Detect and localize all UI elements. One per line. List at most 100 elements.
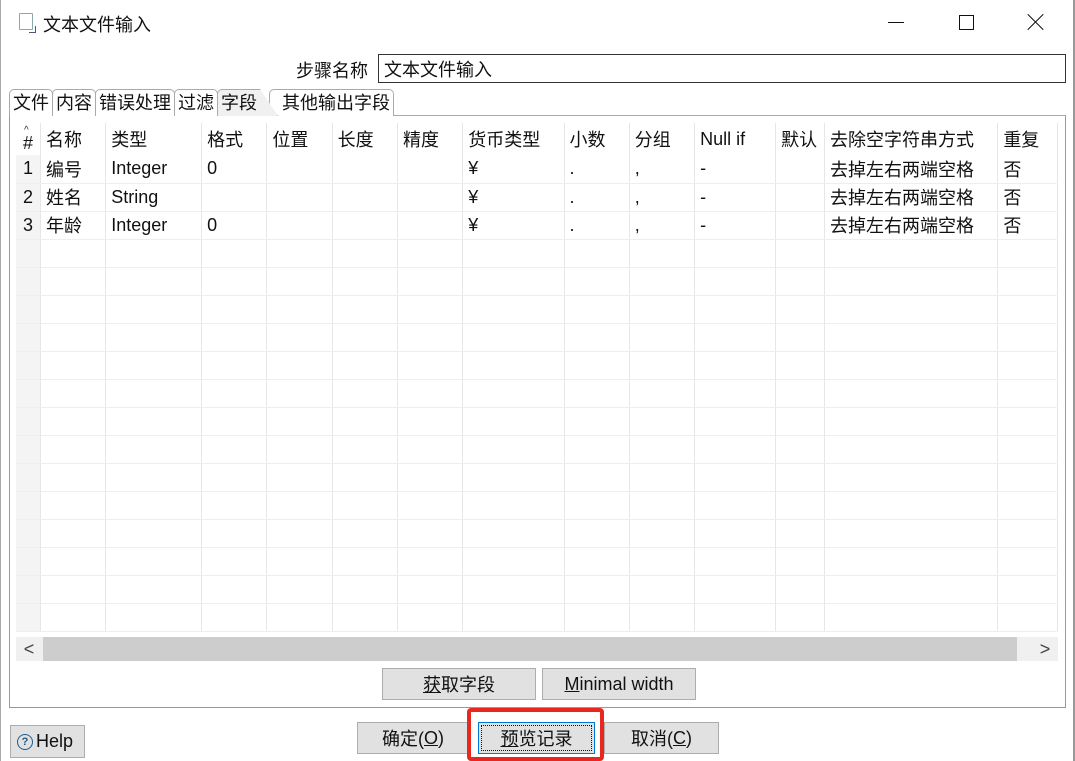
- table-cell[interactable]: [824, 239, 999, 268]
- table-cell[interactable]: [105, 435, 203, 464]
- table-cell[interactable]: [997, 407, 1058, 436]
- table-cell[interactable]: [462, 603, 565, 632]
- table-cell[interactable]: [462, 323, 565, 352]
- table-cell[interactable]: 编号: [40, 155, 107, 184]
- table-cell[interactable]: [397, 463, 464, 492]
- table-cell[interactable]: [462, 463, 565, 492]
- table-cell[interactable]: [266, 323, 333, 352]
- table-cell[interactable]: [40, 547, 107, 576]
- table-cell[interactable]: [40, 351, 107, 380]
- empty-table-row[interactable]: [16, 519, 1058, 548]
- table-cell[interactable]: ¥: [462, 211, 565, 240]
- table-cell[interactable]: [332, 547, 398, 576]
- table-cell[interactable]: [40, 407, 107, 436]
- table-cell[interactable]: [332, 519, 398, 548]
- table-cell[interactable]: [40, 491, 107, 520]
- table-cell[interactable]: [332, 463, 398, 492]
- table-cell[interactable]: ,: [629, 183, 696, 212]
- table-cell[interactable]: [629, 603, 696, 632]
- table-cell[interactable]: [629, 575, 696, 604]
- table-cell[interactable]: [266, 435, 333, 464]
- table-cell[interactable]: [824, 295, 999, 324]
- table-cell[interactable]: [629, 295, 696, 324]
- table-cell[interactable]: [201, 379, 268, 408]
- table-cell[interactable]: [694, 575, 777, 604]
- empty-table-row[interactable]: [16, 379, 1058, 408]
- column-header[interactable]: 货币类型: [462, 123, 565, 155]
- table-cell[interactable]: [201, 547, 268, 576]
- table-cell[interactable]: [266, 155, 333, 184]
- table-cell[interactable]: [332, 407, 398, 436]
- empty-table-row[interactable]: [16, 547, 1058, 576]
- empty-table-row[interactable]: [16, 239, 1058, 268]
- table-cell[interactable]: [564, 295, 630, 324]
- table-cell[interactable]: [629, 547, 696, 576]
- table-cell[interactable]: [694, 379, 777, 408]
- table-cell[interactable]: [462, 267, 565, 296]
- table-cell[interactable]: [332, 267, 398, 296]
- table-cell[interactable]: [824, 323, 999, 352]
- scroll-left-button[interactable]: <: [16, 637, 42, 661]
- table-cell[interactable]: [332, 323, 398, 352]
- table-cell[interactable]: [775, 435, 826, 464]
- empty-table-row[interactable]: [16, 575, 1058, 604]
- table-cell[interactable]: [40, 519, 107, 548]
- empty-table-row[interactable]: [16, 267, 1058, 296]
- table-cell[interactable]: 0: [201, 155, 268, 184]
- table-cell[interactable]: Integer: [105, 155, 203, 184]
- table-cell[interactable]: [694, 603, 777, 632]
- table-cell[interactable]: 年龄: [40, 211, 107, 240]
- table-cell[interactable]: [105, 519, 203, 548]
- table-cell[interactable]: [824, 351, 999, 380]
- table-cell[interactable]: [201, 463, 268, 492]
- table-cell[interactable]: [105, 323, 203, 352]
- table-cell[interactable]: [997, 491, 1058, 520]
- table-cell[interactable]: .: [564, 155, 630, 184]
- table-cell[interactable]: [997, 575, 1058, 604]
- table-cell[interactable]: [397, 603, 464, 632]
- table-cell[interactable]: [201, 575, 268, 604]
- table-cell[interactable]: [564, 547, 630, 576]
- table-cell[interactable]: [775, 351, 826, 380]
- table-cell[interactable]: [775, 183, 826, 212]
- table-cell[interactable]: [201, 435, 268, 464]
- table-cell[interactable]: [40, 575, 107, 604]
- table-cell[interactable]: [40, 323, 107, 352]
- table-cell[interactable]: 否: [997, 155, 1058, 184]
- table-cell[interactable]: [266, 351, 333, 380]
- table-cell[interactable]: [629, 463, 696, 492]
- table-cell[interactable]: [629, 491, 696, 520]
- table-cell[interactable]: [629, 435, 696, 464]
- table-cell[interactable]: [105, 575, 203, 604]
- table-cell[interactable]: [997, 351, 1058, 380]
- table-cell[interactable]: ,: [629, 211, 696, 240]
- column-header[interactable]: 分组: [629, 123, 696, 155]
- table-cell[interactable]: [332, 155, 398, 184]
- empty-table-row[interactable]: [16, 435, 1058, 464]
- table-cell[interactable]: [824, 547, 999, 576]
- table-cell[interactable]: [564, 351, 630, 380]
- column-header[interactable]: 长度: [332, 123, 398, 155]
- table-cell[interactable]: [201, 519, 268, 548]
- table-cell[interactable]: [775, 211, 826, 240]
- table-cell[interactable]: [105, 379, 203, 408]
- column-header[interactable]: 格式: [201, 123, 268, 155]
- table-cell[interactable]: [997, 239, 1058, 268]
- table-cell[interactable]: [629, 267, 696, 296]
- table-cell[interactable]: 否: [997, 211, 1058, 240]
- table-cell[interactable]: [332, 351, 398, 380]
- table-cell[interactable]: 去掉左右两端空格: [824, 211, 999, 240]
- column-header[interactable]: 重复: [997, 123, 1058, 155]
- table-cell[interactable]: [694, 435, 777, 464]
- table-cell[interactable]: [397, 379, 464, 408]
- table-cell[interactable]: [397, 435, 464, 464]
- empty-table-row[interactable]: [16, 463, 1058, 492]
- table-cell[interactable]: [105, 603, 203, 632]
- table-cell[interactable]: [105, 239, 203, 268]
- table-cell[interactable]: [266, 267, 333, 296]
- table-cell[interactable]: [775, 463, 826, 492]
- table-cell[interactable]: [997, 463, 1058, 492]
- table-cell[interactable]: [201, 491, 268, 520]
- column-header[interactable]: 位置: [266, 123, 333, 155]
- table-cell[interactable]: [201, 183, 268, 212]
